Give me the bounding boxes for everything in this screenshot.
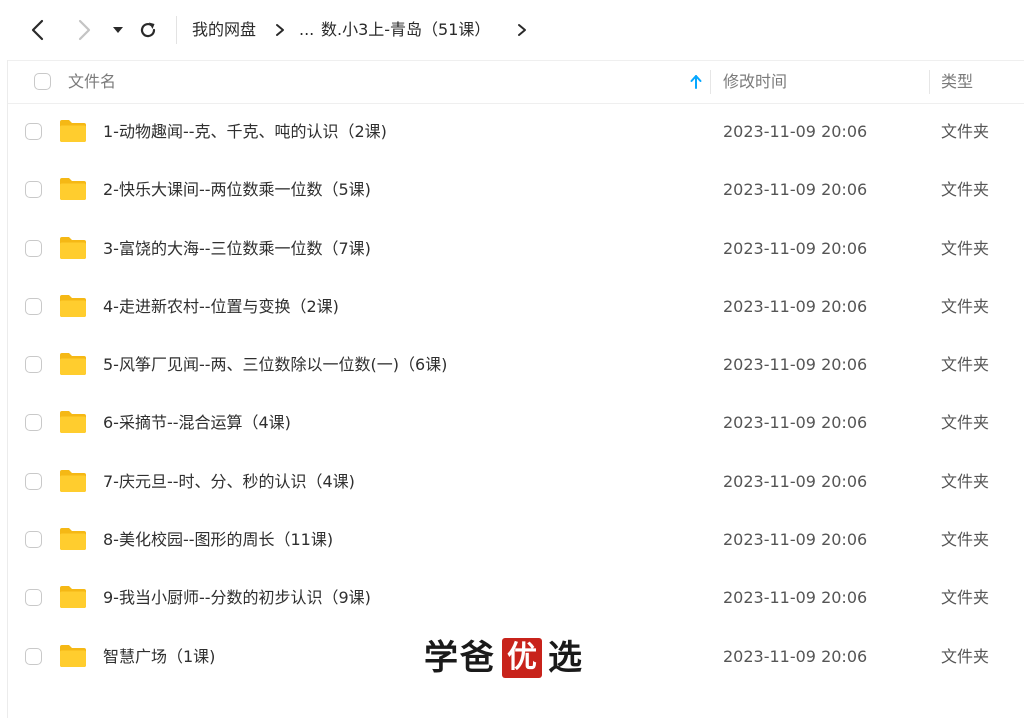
file-manager-window: 我的网盘 ... 数.小3上-青岛（51课） 文件名 修改时间 类型 1-动物趣… — [0, 0, 1024, 718]
file-type: 文件夹 — [941, 588, 990, 608]
folder-icon — [60, 294, 86, 317]
file-type: 文件夹 — [941, 471, 990, 491]
file-modified-time: 2023-11-09 20:06 — [723, 238, 868, 258]
breadcrumb-ellipsis[interactable]: ... — [299, 18, 314, 42]
folder-icon — [60, 528, 86, 551]
row-checkbox[interactable] — [25, 647, 42, 665]
file-list: 1-动物趣闻--克、千克、吨的认识（2课) 2023-11-09 20:06 文… — [8, 103, 1024, 686]
watermark-char: 选 — [548, 638, 584, 678]
file-row[interactable]: 9-我当小厨师--分数的初步认识（9课) 2023-11-09 20:06 文件… — [8, 569, 1024, 627]
file-modified-time: 2023-11-09 20:06 — [723, 530, 868, 550]
row-checkbox[interactable] — [25, 414, 42, 432]
file-name[interactable]: 2-快乐大课间--两位数乘一位数（5课) — [103, 178, 371, 202]
file-row[interactable]: 3-富饶的大海--三位数乘一位数（7课) 2023-11-09 20:06 文件… — [8, 220, 1024, 278]
folder-icon — [60, 353, 86, 376]
folder-icon — [60, 120, 86, 142]
file-name[interactable]: 7-庆元旦--时、分、秒的认识（4课) — [103, 470, 355, 494]
column-header-name[interactable]: 文件名 — [68, 61, 116, 103]
folder-icon — [60, 236, 86, 259]
file-type: 文件夹 — [941, 296, 990, 316]
watermark-logo: 学 爸 优 选 — [424, 636, 584, 680]
select-all-checkbox[interactable] — [34, 73, 51, 90]
file-modified-time: 2023-11-09 20:06 — [723, 588, 868, 608]
refresh-button[interactable] — [134, 16, 162, 44]
file-row[interactable]: 6-采摘节--混合运算（4课) 2023-11-09 20:06 文件夹 — [8, 394, 1024, 452]
file-modified-time: 2023-11-09 20:06 — [723, 296, 868, 316]
folder-icon — [60, 469, 86, 492]
watermark-seal: 优 — [502, 638, 542, 678]
nav-divider — [176, 16, 177, 44]
file-modified-time: 2023-11-09 20:06 — [723, 646, 868, 666]
file-modified-time: 2023-11-09 20:06 — [723, 180, 868, 200]
file-name[interactable]: 3-富饶的大海--三位数乘一位数（7课) — [103, 237, 371, 261]
breadcrumb-current: 数.小3上-青岛（51课） — [321, 20, 491, 39]
row-checkbox[interactable] — [25, 123, 42, 140]
file-name[interactable]: 4-走进新农村--位置与变换（2课) — [103, 295, 339, 319]
row-checkbox[interactable] — [25, 239, 42, 257]
file-type: 文件夹 — [941, 646, 990, 666]
file-name[interactable]: 智慧广场（1课) — [103, 645, 215, 669]
chevron-right-icon — [78, 19, 91, 41]
file-name[interactable]: 8-美化校园--图形的周长（11课) — [103, 528, 333, 552]
breadcrumb-separator-icon — [273, 18, 287, 42]
file-name[interactable]: 5-风筝厂见闻--两、三位数除以一位数(一)（6课) — [103, 353, 447, 377]
file-type: 文件夹 — [941, 122, 990, 141]
file-row[interactable]: 2-快乐大课间--两位数乘一位数（5课) 2023-11-09 20:06 文件… — [8, 161, 1024, 219]
row-checkbox[interactable] — [25, 531, 42, 549]
column-divider[interactable] — [710, 70, 711, 94]
folder-icon — [60, 644, 86, 667]
file-type: 文件夹 — [941, 238, 990, 258]
file-modified-time: 2023-11-09 20:06 — [723, 355, 868, 375]
row-checkbox[interactable] — [25, 297, 42, 315]
chevron-left-icon — [31, 19, 44, 41]
file-name[interactable]: 9-我当小厨师--分数的初步认识（9课) — [103, 586, 371, 610]
file-name[interactable]: 6-采摘节--混合运算（4课) — [103, 411, 291, 435]
sort-ascending-arrow-icon[interactable] — [689, 74, 703, 90]
column-divider[interactable] — [929, 70, 930, 94]
file-row[interactable]: 4-走进新农村--位置与变换（2课) 2023-11-09 20:06 文件夹 — [8, 278, 1024, 336]
folder-icon — [60, 178, 86, 201]
file-modified-time: 2023-11-09 20:06 — [723, 122, 868, 141]
file-modified-time: 2023-11-09 20:06 — [723, 471, 868, 491]
file-type: 文件夹 — [941, 530, 990, 550]
breadcrumb-expand-icon[interactable] — [515, 18, 529, 42]
navigation-bar: 我的网盘 ... 数.小3上-青岛（51课） — [0, 0, 1024, 60]
file-row[interactable]: 1-动物趣闻--克、千克、吨的认识（2课) 2023-11-09 20:06 文… — [8, 103, 1024, 161]
file-row[interactable]: 7-庆元旦--时、分、秒的认识（4课) 2023-11-09 20:06 文件夹 — [8, 453, 1024, 511]
file-type: 文件夹 — [941, 355, 990, 375]
breadcrumb-root[interactable]: 我的网盘 — [192, 18, 256, 42]
history-dropdown-button[interactable] — [104, 16, 132, 44]
file-list-header: 文件名 修改时间 类型 — [8, 60, 1024, 104]
row-checkbox[interactable] — [25, 472, 42, 490]
file-type: 文件夹 — [941, 413, 990, 433]
file-name[interactable]: 1-动物趣闻--克、千克、吨的认识（2课) — [103, 120, 387, 144]
caret-down-icon — [113, 27, 123, 33]
column-header-type[interactable]: 类型 — [941, 61, 973, 103]
folder-icon — [60, 586, 86, 609]
column-header-modified[interactable]: 修改时间 — [723, 61, 787, 103]
file-type: 文件夹 — [941, 180, 990, 200]
file-row[interactable]: 5-风筝厂见闻--两、三位数除以一位数(一)（6课) 2023-11-09 20… — [8, 336, 1024, 394]
file-modified-time: 2023-11-09 20:06 — [723, 413, 868, 433]
row-checkbox[interactable] — [25, 356, 42, 374]
refresh-icon — [140, 22, 156, 38]
row-checkbox[interactable] — [25, 589, 42, 607]
back-button[interactable] — [24, 16, 52, 44]
row-checkbox[interactable] — [25, 181, 42, 199]
file-row[interactable]: 8-美化校园--图形的周长（11课) 2023-11-09 20:06 文件夹 — [8, 511, 1024, 569]
folder-icon — [60, 411, 86, 434]
watermark-char: 爸 — [460, 638, 496, 678]
watermark-char: 学 — [424, 638, 460, 678]
forward-button[interactable] — [70, 16, 98, 44]
